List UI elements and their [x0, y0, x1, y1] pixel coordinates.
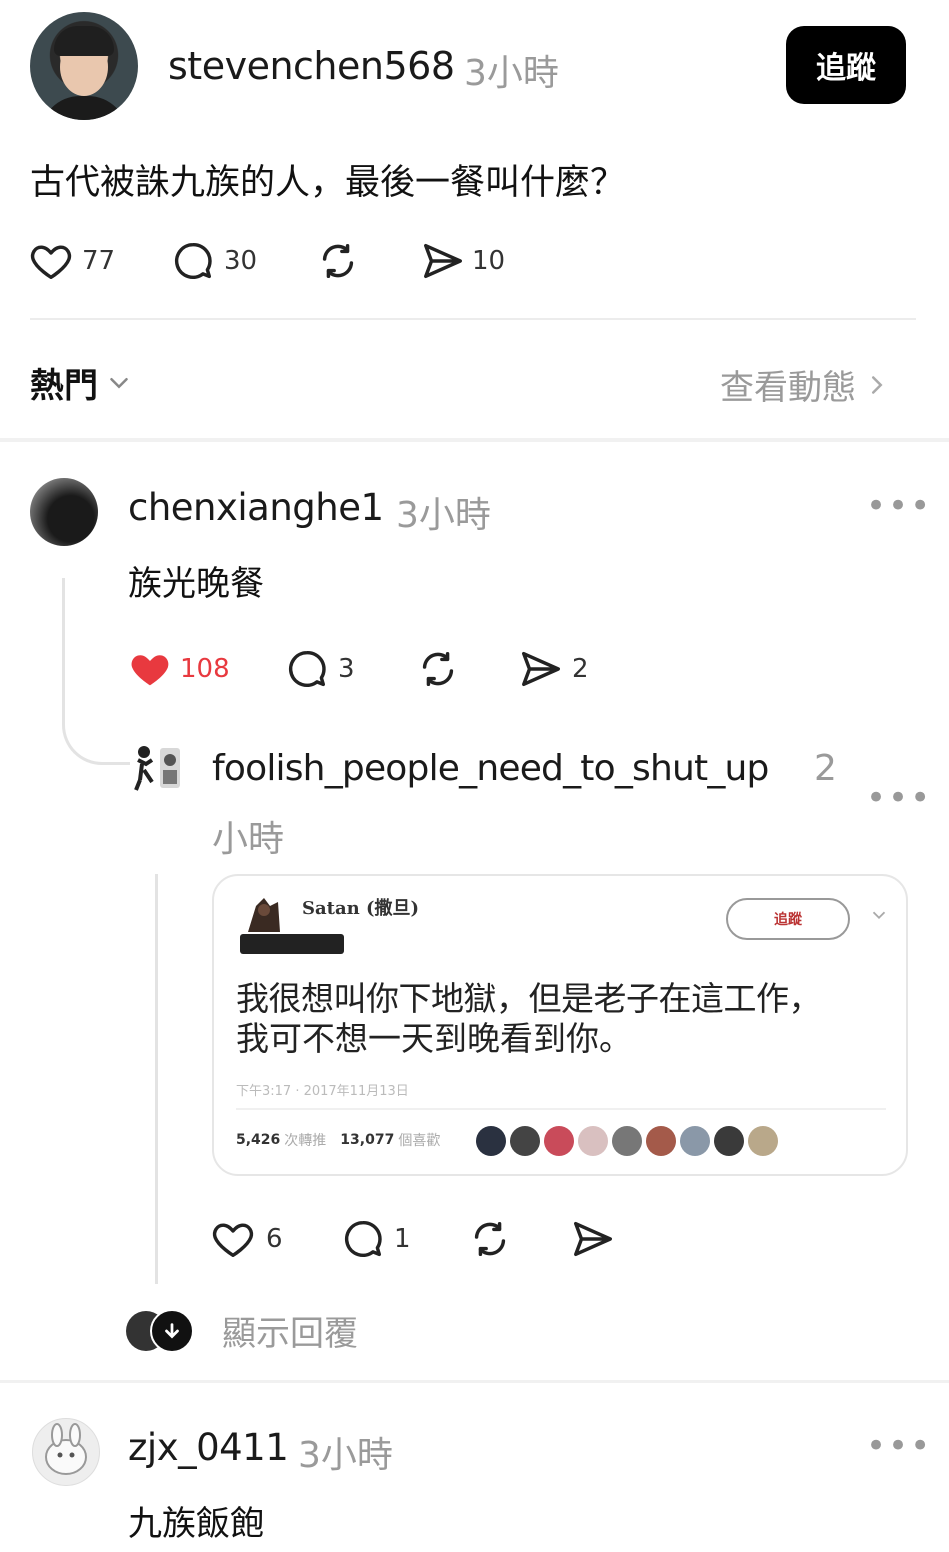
post-comment-count: 30 [224, 246, 258, 276]
more-options-icon[interactable]: ••• [866, 1426, 932, 1466]
thread-line [62, 578, 135, 765]
heart-filled-icon [131, 655, 169, 686]
reply-comment-button[interactable]: 3 [284, 646, 355, 692]
nested-like-count: 6 [266, 1224, 283, 1254]
liker-avatar [680, 1126, 710, 1156]
heart-icon [212, 1223, 254, 1258]
nested-share-button[interactable] [570, 1216, 616, 1266]
nested-like-button[interactable]: 6 [210, 1216, 283, 1262]
liker-avatar [510, 1126, 540, 1156]
nested-comment-button[interactable]: 1 [340, 1216, 411, 1262]
reply-text: 族光晚餐 [128, 564, 264, 604]
comment-icon [344, 1220, 382, 1257]
view-activity-link[interactable]: 查看動態 [720, 360, 892, 409]
post-comment-button[interactable]: 30 [170, 238, 257, 284]
reply-like-count: 108 [180, 654, 230, 684]
heart-icon [30, 245, 72, 280]
liker-avatar [646, 1126, 676, 1156]
show-replies-button[interactable]: 顯示回覆 [126, 1306, 358, 1355]
reply-share-button[interactable]: 2 [518, 646, 589, 692]
reply-like-button[interactable]: 108 [126, 646, 230, 692]
send-icon [424, 243, 462, 279]
divider [30, 318, 916, 320]
nested-avatar[interactable] [130, 740, 184, 794]
nested-comment-count: 1 [394, 1224, 411, 1254]
thread-line [155, 874, 158, 1284]
post-text: 古代被誅九族的人，最後一餐叫什麼？ [30, 163, 626, 203]
reply-username[interactable]: zjx_0411 [128, 1426, 289, 1469]
embed-avatar [242, 892, 286, 936]
show-replies-label: 顯示回覆 [222, 1314, 358, 1354]
follow-button[interactable]: 追蹤 [786, 26, 906, 104]
send-icon [522, 651, 560, 687]
repost-icon [474, 1221, 506, 1257]
embed-follow-label: 追蹤 [774, 912, 802, 928]
chevron-down-icon [110, 377, 128, 389]
more-options-icon[interactable]: ••• [866, 778, 932, 818]
comment-icon [288, 650, 326, 687]
liker-avatar [544, 1126, 574, 1156]
comment-icon [174, 242, 212, 279]
post-like-count: 77 [82, 246, 116, 276]
post-share-button[interactable]: 10 [420, 238, 505, 284]
reply-avatar[interactable] [32, 1418, 100, 1486]
sort-label: 熱門 [30, 366, 98, 406]
nested-username[interactable]: foolish_people_need_to_shut_up [212, 748, 769, 789]
liker-avatar [714, 1126, 744, 1156]
post-like-button[interactable]: 77 [28, 238, 115, 284]
embed-like-label: 個喜歡 [398, 1133, 441, 1149]
chevron-down-icon [872, 911, 886, 920]
view-activity-label: 查看動態 [720, 368, 856, 408]
embedded-image[interactable]: Satan (撒旦) 追蹤 我很想叫你下地獄，但是老子在這工作， 我可不想一天到… [212, 874, 908, 1176]
embed-follow-button: 追蹤 [726, 898, 850, 940]
post-time: 3小時 [464, 53, 559, 94]
follow-label: 追蹤 [816, 51, 876, 86]
liker-avatar [748, 1126, 778, 1156]
embed-text-line2: 我可不想一天到晚看到你。 [236, 1019, 632, 1058]
liker-avatar [476, 1126, 506, 1156]
embed-like-count: 13,077 [340, 1132, 395, 1148]
embed-timestamp: 下午3:17 · 2017年11月13日 [236, 1084, 409, 1099]
section-divider [0, 1380, 949, 1383]
embed-liker-avatars [476, 1126, 778, 1156]
liker-avatar [578, 1126, 608, 1156]
embed-divider [236, 1108, 886, 1110]
post-share-count: 10 [472, 246, 506, 276]
reply-username[interactable]: chenxianghe1 [128, 486, 384, 529]
reply-share-count: 2 [572, 654, 589, 684]
expand-down-icon [150, 1308, 194, 1353]
embed-name: Satan (撒旦) [302, 898, 420, 919]
embed-retweet-count: 5,426 [236, 1132, 281, 1148]
embed-retweet-label: 次轉推 [284, 1133, 327, 1149]
send-icon [574, 1221, 612, 1257]
author-avatar[interactable] [30, 12, 138, 120]
nested-time-number: 2 [814, 748, 837, 789]
liker-avatar [612, 1126, 642, 1156]
nested-repost-button[interactable] [466, 1216, 514, 1266]
sort-dropdown[interactable]: 熱門 [30, 358, 134, 407]
reply-repost-button[interactable] [414, 646, 462, 696]
reply-text: 九族飯飽 [128, 1504, 264, 1544]
post-username[interactable]: stevenchen568 [168, 44, 455, 88]
more-options-icon[interactable]: ••• [866, 486, 932, 526]
chevron-right-icon [872, 375, 883, 394]
post-repost-button[interactable] [314, 238, 362, 288]
embed-badge [240, 934, 344, 954]
repost-icon [322, 243, 354, 279]
reply-comment-count: 3 [338, 654, 355, 684]
nested-time-unit: 小時 [212, 819, 285, 860]
repost-icon [422, 651, 454, 687]
embed-stats: 5,426 次轉推 13,077 個喜歡 [236, 1130, 440, 1150]
reply-time: 3小時 [298, 1435, 393, 1476]
reply-time: 3小時 [396, 495, 491, 536]
section-divider [0, 438, 949, 442]
reply-avatar[interactable] [30, 478, 98, 546]
